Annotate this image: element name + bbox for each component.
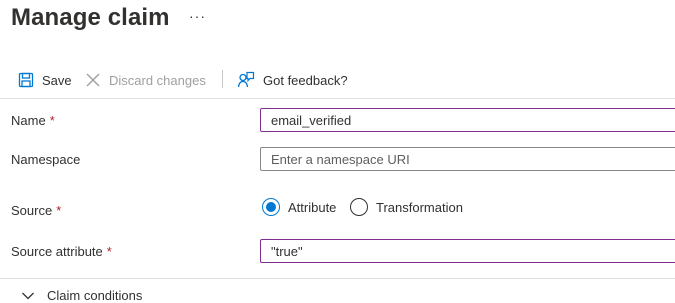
section-divider bbox=[0, 278, 675, 279]
discard-changes-label: Discard changes bbox=[109, 72, 206, 88]
name-label: Name * bbox=[11, 113, 55, 128]
required-marker: * bbox=[49, 113, 55, 128]
source-radio-transformation-label: Transformation bbox=[376, 199, 463, 215]
claim-conditions-expander[interactable]: Claim conditions bbox=[21, 288, 142, 303]
save-button[interactable]: Save bbox=[18, 70, 72, 90]
required-marker: * bbox=[56, 203, 62, 218]
claim-conditions-label: Claim conditions bbox=[47, 288, 143, 303]
feedback-icon bbox=[237, 71, 255, 89]
required-marker: * bbox=[106, 244, 112, 259]
namespace-label: Namespace bbox=[11, 152, 81, 167]
discard-changes-button[interactable]: Discard changes bbox=[85, 70, 206, 90]
source-attribute-field[interactable] bbox=[260, 239, 675, 263]
source-label-text: Source bbox=[11, 203, 53, 218]
source-label: Source * bbox=[11, 203, 61, 218]
got-feedback-button[interactable]: Got feedback? bbox=[237, 70, 348, 90]
save-icon bbox=[18, 72, 34, 88]
chevron-down-icon bbox=[21, 291, 35, 301]
save-label: Save bbox=[42, 72, 72, 88]
close-icon bbox=[85, 72, 101, 88]
got-feedback-label: Got feedback? bbox=[263, 72, 348, 88]
toolbar-divider-line bbox=[0, 98, 675, 99]
source-radio-transformation[interactable]: Transformation bbox=[350, 198, 463, 216]
more-options-icon[interactable]: ··· bbox=[189, 8, 206, 24]
source-radio-attribute-label: Attribute bbox=[288, 199, 337, 215]
name-field[interactable] bbox=[260, 108, 675, 132]
radio-checked-icon bbox=[262, 198, 280, 216]
source-attribute-label-text: Source attribute bbox=[11, 244, 103, 259]
page-title: Manage claim bbox=[11, 4, 170, 31]
name-label-text: Name bbox=[11, 113, 46, 128]
namespace-field[interactable] bbox=[260, 147, 675, 171]
source-radio-attribute[interactable]: Attribute bbox=[262, 198, 336, 216]
toolbar-divider bbox=[222, 70, 223, 88]
source-attribute-label: Source attribute * bbox=[11, 244, 112, 259]
radio-unchecked-icon bbox=[350, 198, 368, 216]
